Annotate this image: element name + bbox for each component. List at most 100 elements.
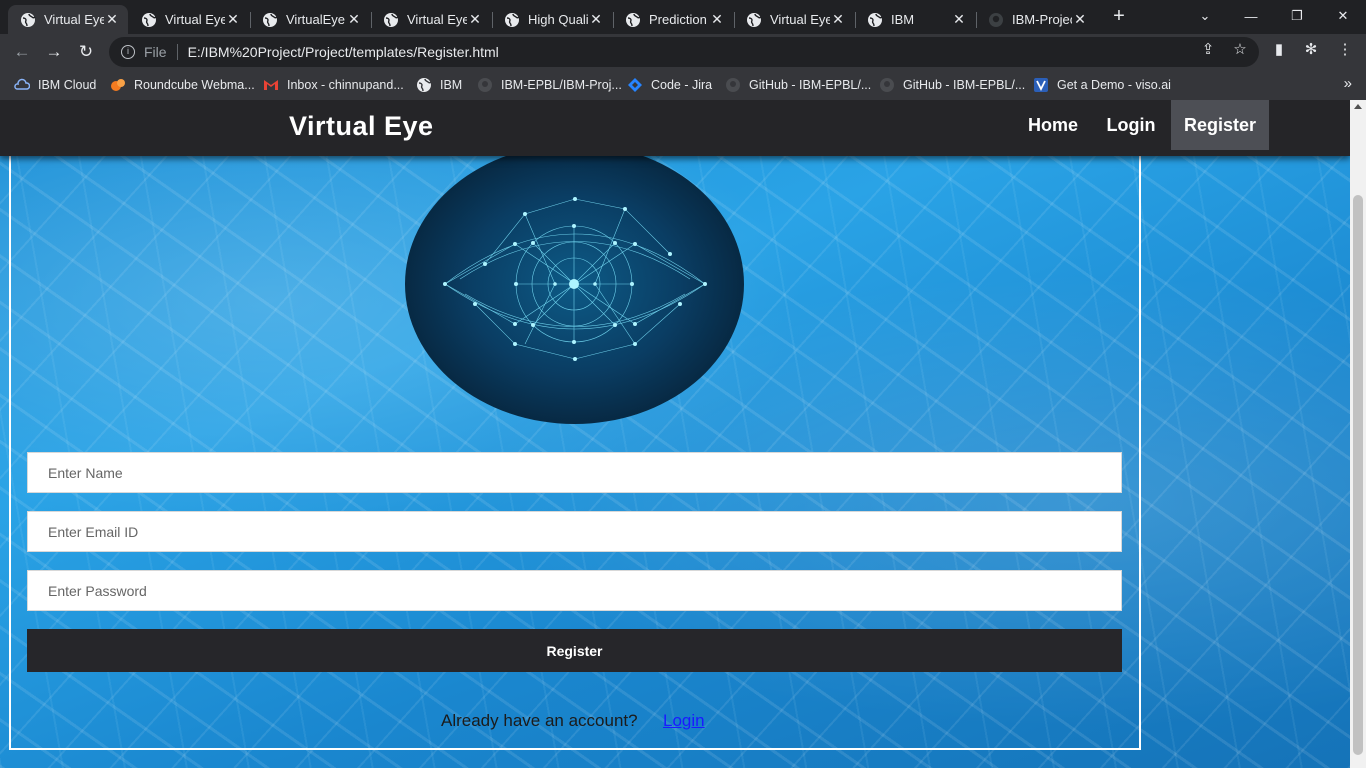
gmail-icon bbox=[263, 77, 279, 93]
bookmark-label: Get a Demo - viso.ai bbox=[1057, 78, 1171, 92]
tab-title: Prediction bbox=[649, 12, 707, 27]
tab-title: IBM bbox=[891, 12, 915, 27]
bookmark-label: Code - Jira bbox=[651, 78, 713, 92]
nav-register-link[interactable]: Register bbox=[1171, 100, 1269, 150]
bookmark-label: GitHub - IBM-EPBL/... bbox=[749, 78, 872, 92]
bookmark-label: Roundcube Webma... bbox=[134, 78, 255, 92]
site-navbar: Virtual Eye Home Login Register bbox=[0, 100, 1350, 156]
bookmark-item[interactable]: GitHub - IBM-EPBL/... bbox=[725, 76, 871, 94]
tab-title: Virtual Eye bbox=[44, 12, 104, 27]
github-icon bbox=[879, 77, 895, 93]
scrollbar-thumb[interactable] bbox=[1353, 195, 1363, 755]
forward-button[interactable]: → bbox=[42, 40, 66, 64]
close-icon[interactable]: ✕ bbox=[1072, 11, 1088, 28]
tab-title: VirtualEye bbox=[286, 12, 346, 27]
globe-icon bbox=[626, 12, 641, 27]
tab-strip: Virtual Eye ✕ Virtual Eye ✕ VirtualEye ✕… bbox=[0, 0, 1366, 34]
password-input[interactable] bbox=[27, 570, 1122, 611]
address-bar[interactable]: i File E:/IBM%20Project/Project/template… bbox=[109, 37, 1259, 67]
browser-toolbar: ← → ↻ i File E:/IBM%20Project/Project/te… bbox=[0, 34, 1366, 70]
roundcube-icon bbox=[110, 77, 126, 93]
bookmark-label: Inbox - chinnupand... bbox=[287, 78, 404, 92]
close-icon[interactable]: ✕ bbox=[709, 11, 725, 28]
tab[interactable]: High Quali ✕ bbox=[492, 5, 612, 34]
bookmark-item[interactable]: IBM-EPBL/IBM-Proj... bbox=[477, 76, 622, 94]
tab-search-chevron-icon[interactable]: ⌄ bbox=[1182, 0, 1228, 32]
bookmark-item[interactable]: Get a Demo - viso.ai bbox=[1033, 76, 1171, 94]
bookmark-item[interactable]: GitHub - IBM-EPBL/... bbox=[879, 76, 1025, 94]
globe-icon bbox=[263, 12, 278, 27]
already-account-text: Already have an account? bbox=[441, 711, 638, 730]
login-link[interactable]: Login bbox=[663, 711, 705, 731]
globe-icon bbox=[505, 12, 520, 27]
bookmark-item[interactable]: Inbox - chinnupand... bbox=[263, 76, 404, 94]
github-icon bbox=[725, 77, 741, 93]
jira-icon bbox=[627, 77, 643, 93]
url-text[interactable]: E:/IBM%20Project/Project/templates/Regis… bbox=[188, 44, 499, 60]
page-scrollbar[interactable] bbox=[1350, 100, 1366, 768]
email-input[interactable] bbox=[27, 511, 1122, 552]
nav-login-link[interactable]: Login bbox=[1093, 100, 1169, 150]
share-icon[interactable]: ⇪ bbox=[1199, 41, 1217, 59]
github-icon bbox=[477, 77, 493, 93]
bookmark-item[interactable]: IBM Cloud bbox=[14, 76, 96, 94]
tab[interactable]: VirtualEye ✕ bbox=[250, 5, 370, 34]
eye-logo-image bbox=[405, 144, 744, 424]
tab-title: IBM-Projec bbox=[1012, 12, 1072, 27]
bookmark-item[interactable]: Roundcube Webma... bbox=[110, 76, 255, 94]
close-icon[interactable]: ✕ bbox=[830, 11, 846, 28]
site-brand: Virtual Eye bbox=[289, 111, 434, 141]
globe-icon bbox=[868, 12, 883, 27]
url-scheme: File bbox=[144, 44, 167, 60]
close-icon[interactable]: ✕ bbox=[951, 11, 967, 28]
tab[interactable]: Virtual Eye ✕ bbox=[129, 5, 249, 34]
viso-icon bbox=[1033, 77, 1049, 93]
menu-kebab-icon[interactable]: ⋮ bbox=[1336, 41, 1354, 59]
github-icon bbox=[989, 12, 1003, 27]
globe-icon bbox=[416, 77, 432, 93]
globe-icon bbox=[384, 12, 399, 27]
tab[interactable]: Virtual Eye ✕ bbox=[734, 5, 854, 34]
tab[interactable]: Prediction ✕ bbox=[613, 5, 733, 34]
bookmarks-bar: IBM Cloud Roundcube Webma... Inbox - chi… bbox=[0, 70, 1366, 100]
bookmark-item[interactable]: IBM bbox=[416, 76, 462, 94]
nav-home-link[interactable]: Home bbox=[1015, 100, 1091, 150]
page-viewport: Virtual Eye Home Login Register Enter Na… bbox=[0, 100, 1350, 768]
globe-icon bbox=[142, 12, 157, 27]
ibm-cloud-icon bbox=[14, 77, 30, 93]
scroll-up-arrow-icon[interactable] bbox=[1354, 104, 1362, 109]
reload-button[interactable]: ↻ bbox=[74, 40, 98, 64]
tab-title: High Quali bbox=[528, 12, 588, 27]
close-icon[interactable]: ✕ bbox=[225, 11, 241, 28]
bookmark-label: IBM bbox=[440, 78, 463, 92]
new-tab-button[interactable]: + bbox=[1108, 6, 1130, 28]
bookmark-label: IBM Cloud bbox=[38, 78, 97, 92]
tab[interactable]: Virtual Eye ✕ bbox=[8, 5, 128, 34]
info-icon[interactable]: i bbox=[121, 45, 135, 59]
bookmark-item[interactable]: Code - Jira bbox=[627, 76, 712, 94]
back-button[interactable]: ← bbox=[10, 40, 34, 64]
tab-title: Virtual Eye bbox=[407, 12, 467, 27]
globe-icon bbox=[747, 12, 762, 27]
window-close-button[interactable]: ✕ bbox=[1320, 0, 1366, 32]
extensions-icon[interactable]: ✻ bbox=[1302, 41, 1320, 59]
close-icon[interactable]: ✕ bbox=[346, 11, 362, 28]
tab[interactable]: Virtual Eye ✕ bbox=[371, 5, 491, 34]
name-input[interactable] bbox=[27, 452, 1122, 493]
bookmark-label: IBM-EPBL/IBM-Proj... bbox=[501, 78, 622, 92]
bookmark-label: GitHub - IBM-EPBL/... bbox=[903, 78, 1026, 92]
bookmarks-overflow-icon[interactable]: » bbox=[1344, 75, 1352, 92]
tab-title: Virtual Eye bbox=[165, 12, 225, 27]
tab-title: Virtual Eye bbox=[770, 12, 830, 27]
side-panel-icon[interactable]: ▮ bbox=[1270, 41, 1288, 59]
close-icon[interactable]: ✕ bbox=[588, 11, 604, 28]
globe-icon bbox=[21, 12, 36, 27]
bookmark-star-icon[interactable]: ☆ bbox=[1231, 41, 1249, 59]
minimize-button[interactable]: — bbox=[1228, 0, 1274, 32]
register-submit-button[interactable]: Register bbox=[27, 629, 1122, 672]
tab[interactable]: IBM-Projec ✕ bbox=[976, 5, 1096, 34]
close-icon[interactable]: ✕ bbox=[467, 11, 483, 28]
tab[interactable]: IBM ✕ bbox=[855, 5, 975, 34]
close-icon[interactable]: ✕ bbox=[104, 11, 120, 28]
restore-button[interactable]: ❐ bbox=[1274, 0, 1320, 32]
